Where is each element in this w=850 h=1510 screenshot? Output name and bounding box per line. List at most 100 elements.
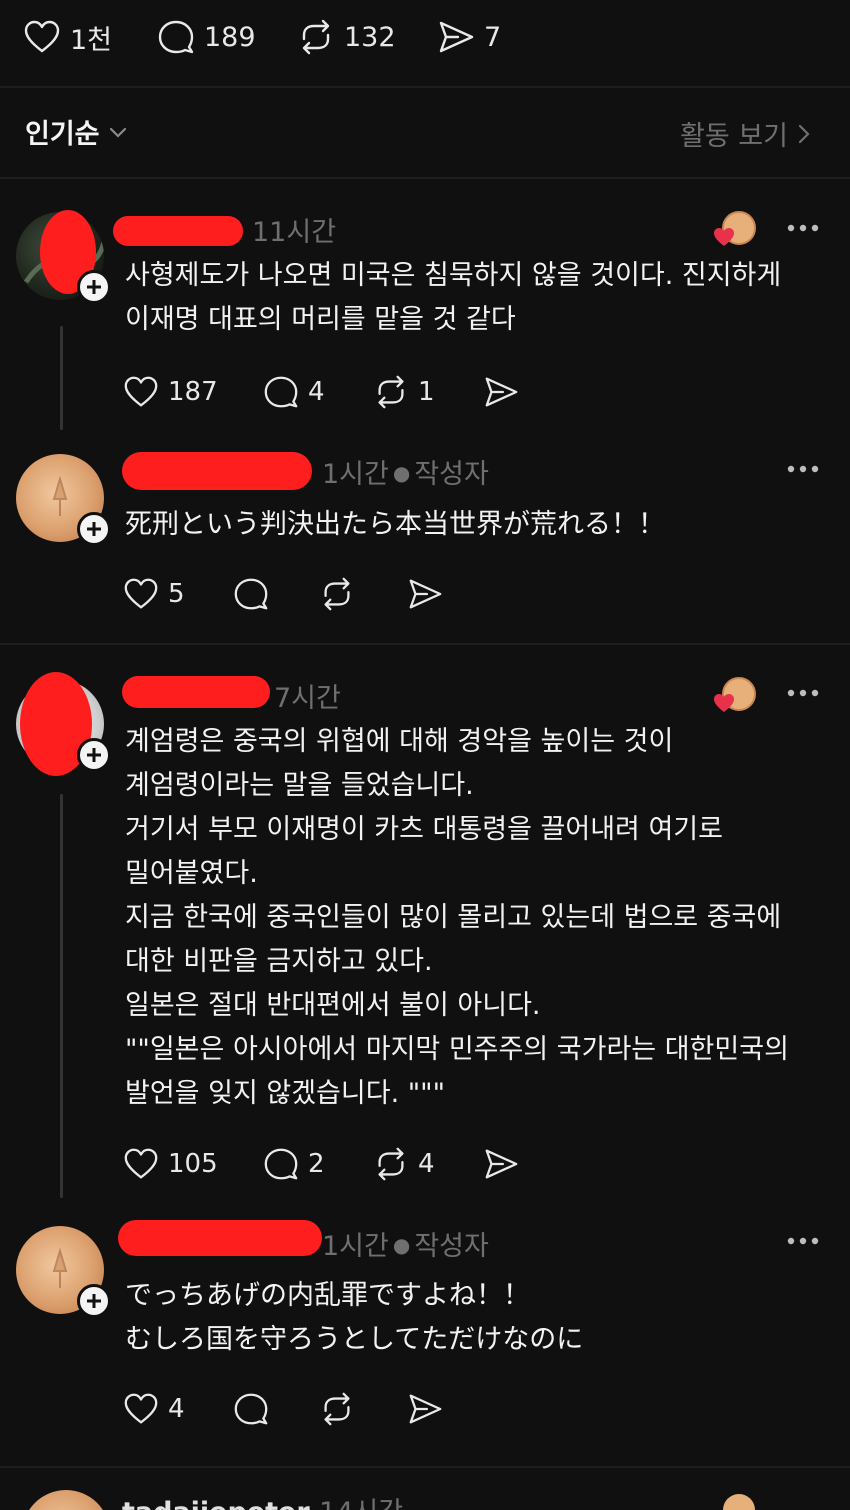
follow-plus-button[interactable] bbox=[77, 1284, 111, 1318]
timestamp: 1시간 bbox=[322, 1231, 389, 1262]
send-icon bbox=[409, 1394, 442, 1424]
reaction-avatar-icon bbox=[714, 211, 756, 246]
send-icon bbox=[485, 1149, 518, 1179]
repost-button[interactable]: 4 bbox=[372, 1145, 435, 1183]
comment-icon bbox=[234, 578, 268, 610]
divider bbox=[0, 86, 850, 88]
share-stat[interactable]: 7 bbox=[436, 17, 501, 57]
comment-count: 2 bbox=[308, 1149, 325, 1179]
share-button[interactable] bbox=[406, 1390, 444, 1428]
thread-line bbox=[60, 794, 63, 1198]
repost-icon bbox=[302, 19, 330, 55]
username-redaction bbox=[122, 676, 270, 708]
comment-button[interactable]: 2 bbox=[262, 1145, 325, 1183]
repost-count: 4 bbox=[418, 1149, 435, 1179]
repost-icon bbox=[324, 1392, 350, 1426]
reply-meta: 11시간 bbox=[252, 210, 336, 249]
like-count: 5 bbox=[168, 579, 185, 609]
avatar[interactable] bbox=[22, 1490, 110, 1510]
thread-line bbox=[60, 326, 63, 430]
divider bbox=[0, 1466, 850, 1468]
heart-icon bbox=[24, 20, 60, 53]
like-count: 187 bbox=[168, 377, 218, 407]
sort-label: 인기순 bbox=[25, 119, 100, 150]
username-redaction bbox=[122, 452, 312, 490]
comment-count: 189 bbox=[204, 21, 256, 53]
more-options-icon[interactable] bbox=[786, 464, 820, 474]
timestamp: 7시간 bbox=[274, 683, 341, 714]
repost-icon bbox=[324, 577, 350, 611]
comment-icon bbox=[234, 1393, 268, 1425]
reply-meta: 1시간 ● 작성자 bbox=[322, 459, 489, 490]
comment-count: 4 bbox=[308, 377, 325, 407]
repost-count: 1 bbox=[418, 377, 435, 407]
plus-icon bbox=[87, 280, 101, 294]
chevron-down-icon bbox=[109, 127, 126, 138]
sort-dropdown[interactable]: 인기순 bbox=[25, 112, 130, 151]
follow-plus-button[interactable] bbox=[77, 738, 111, 772]
follow-plus-button[interactable] bbox=[77, 270, 111, 304]
username: tadajjepeter bbox=[122, 1497, 310, 1510]
comment-icon bbox=[264, 376, 298, 408]
comment-button[interactable]: 4 bbox=[262, 373, 325, 411]
plus-icon bbox=[87, 1294, 101, 1308]
heart-icon bbox=[124, 1393, 158, 1424]
heart-icon bbox=[124, 1148, 158, 1179]
plus-icon bbox=[87, 522, 101, 536]
reaction-avatar-icon bbox=[723, 1494, 755, 1510]
comment-button[interactable] bbox=[232, 575, 270, 613]
repost-button[interactable]: 1 bbox=[372, 373, 435, 411]
share-button[interactable] bbox=[406, 575, 444, 613]
repost-button[interactable] bbox=[318, 1390, 356, 1428]
reply-meta: 1시간 ● 작성자 bbox=[322, 1231, 489, 1262]
heart-icon bbox=[124, 376, 158, 407]
comment-stat[interactable]: 189 bbox=[156, 17, 256, 57]
divider bbox=[0, 643, 850, 645]
send-icon bbox=[409, 579, 442, 609]
reply-text: 사형제도가 나오면 미국은 침묵하지 않을 것이다. 진지하게 이재명 대표의 … bbox=[125, 260, 782, 335]
repost-icon bbox=[378, 375, 404, 409]
timestamp: 14시간 bbox=[319, 1497, 403, 1510]
follow-plus-button[interactable] bbox=[77, 512, 111, 546]
share-button[interactable] bbox=[482, 373, 520, 411]
timestamp: 1시간 bbox=[322, 459, 389, 490]
like-button[interactable]: 5 bbox=[122, 575, 185, 613]
like-count: 105 bbox=[168, 1149, 218, 1179]
more-options-icon[interactable] bbox=[786, 688, 820, 698]
plus-icon bbox=[87, 748, 101, 762]
like-stat[interactable]: 1천 bbox=[22, 17, 112, 57]
reply-text: 死刑という判決出たら本当世界が荒れる！！ bbox=[125, 509, 665, 540]
repost-count: 132 bbox=[344, 21, 396, 53]
heart-icon bbox=[124, 578, 158, 609]
more-options-icon[interactable] bbox=[786, 1236, 820, 1246]
like-button[interactable]: 105 bbox=[122, 1145, 218, 1183]
like-count: 1천 bbox=[70, 24, 113, 56]
chevron-right-icon bbox=[798, 124, 810, 143]
send-icon bbox=[485, 377, 518, 407]
activity-label: 활동 보기 bbox=[680, 121, 788, 152]
repost-icon bbox=[378, 1147, 404, 1181]
view-activity-link[interactable]: 활동 보기 bbox=[680, 114, 814, 153]
like-count: 4 bbox=[168, 1394, 185, 1424]
reaction-avatar-icon bbox=[714, 677, 756, 712]
reply-text: 계엄령은 중국의 위협에 대해 경악을 높이는 것이 계엄령이라는 말을 들었습… bbox=[125, 726, 789, 1109]
repost-button[interactable] bbox=[318, 575, 356, 613]
comment-icon bbox=[264, 1148, 298, 1180]
username-redaction bbox=[118, 1220, 322, 1256]
more-options-icon[interactable] bbox=[786, 223, 820, 233]
share-button[interactable] bbox=[482, 1145, 520, 1183]
divider bbox=[0, 177, 850, 179]
reply-meta: 7시간 bbox=[274, 676, 341, 715]
timestamp: 11시간 bbox=[252, 217, 337, 248]
like-button[interactable]: 187 bbox=[122, 373, 218, 411]
like-button[interactable]: 4 bbox=[122, 1390, 185, 1428]
repost-stat[interactable]: 132 bbox=[296, 17, 396, 57]
comment-icon bbox=[158, 20, 194, 54]
comment-button[interactable] bbox=[232, 1390, 270, 1428]
author-badge: 작성자 bbox=[414, 1231, 489, 1262]
username-redaction bbox=[113, 216, 243, 246]
send-icon bbox=[439, 21, 474, 53]
share-count: 7 bbox=[484, 21, 502, 53]
reply-meta: tadajjepeter 14시간 bbox=[122, 1490, 403, 1510]
reply-text: でっちあげの内乱罪ですよね！！ むしろ国を守ろうとしてただけなのに bbox=[125, 1280, 584, 1355]
